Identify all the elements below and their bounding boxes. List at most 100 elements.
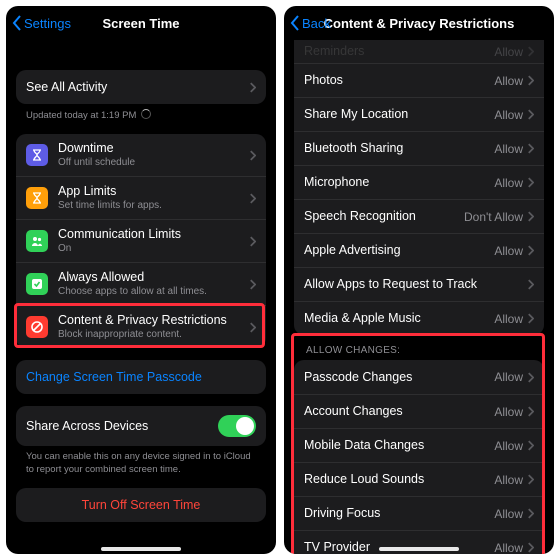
navbar: Settings Screen Time <box>6 6 276 40</box>
chevron-right-icon <box>527 75 534 86</box>
chevron-left-icon <box>12 15 22 31</box>
chevron-right-icon <box>527 372 534 383</box>
see-all-activity-row[interactable]: See All Activity <box>16 70 266 104</box>
privacy-row[interactable]: Apple AdvertisingAllow <box>294 233 544 267</box>
row-value: Allow <box>494 312 523 326</box>
settings-row-app-limits[interactable]: App LimitsSet time limits for apps. <box>16 176 266 219</box>
privacy-group: Reminders Allow PhotosAllowShare My Loca… <box>294 40 544 335</box>
spinner-icon <box>141 109 151 119</box>
settings-row-content-privacy-restrictions[interactable]: Content & Privacy RestrictionsBlock inap… <box>16 305 266 348</box>
row-value: Allow <box>494 108 523 122</box>
chevron-right-icon <box>249 82 256 93</box>
restrictions-phone: Back Content & Privacy Restrictions Remi… <box>284 6 554 554</box>
privacy-row[interactable]: Allow Apps to Request to Track <box>294 267 544 301</box>
changes-row[interactable]: Mobile Data ChangesAllow <box>294 428 544 462</box>
changes-row[interactable]: Reduce Loud SoundsAllow <box>294 462 544 496</box>
row-title: Communication Limits <box>58 227 249 242</box>
row-title: Share My Location <box>304 107 494 122</box>
row-title: Photos <box>304 73 494 88</box>
row-subtitle: Off until schedule <box>58 157 249 169</box>
chevron-right-icon <box>249 193 256 204</box>
chevron-right-icon <box>527 313 534 324</box>
chevron-right-icon <box>527 143 534 154</box>
turn-off-row[interactable]: Turn Off Screen Time <box>16 488 266 522</box>
changes-row[interactable]: Account ChangesAllow <box>294 394 544 428</box>
chevron-right-icon <box>527 406 534 417</box>
nosign-icon <box>26 316 48 338</box>
page-title: Screen Time <box>102 16 179 31</box>
turn-off-label: Turn Off Screen Time <box>82 498 201 512</box>
see-all-label: See All Activity <box>26 80 249 95</box>
back-button[interactable]: Back <box>290 6 331 40</box>
privacy-row[interactable]: MicrophoneAllow <box>294 165 544 199</box>
row-value: Allow <box>494 244 523 258</box>
chevron-right-icon <box>249 236 256 247</box>
row-title: Mobile Data Changes <box>304 438 494 453</box>
row-title: Driving Focus <box>304 506 494 521</box>
hourglass-icon <box>26 187 48 209</box>
row-title: Speech Recognition <box>304 209 464 224</box>
screen-time-phone: Settings Screen Time See All Activity Up… <box>6 6 276 554</box>
changes-row[interactable]: Passcode ChangesAllow <box>294 360 544 394</box>
chevron-right-icon <box>249 150 256 161</box>
list-row[interactable]: Reminders Allow <box>294 40 544 63</box>
settings-row-downtime[interactable]: DowntimeOff until schedule <box>16 134 266 176</box>
share-group: Share Across Devices <box>16 406 266 446</box>
row-title: Content & Privacy Restrictions <box>58 313 249 328</box>
row-subtitle: Block inappropriate content. <box>58 329 249 341</box>
row-title: Downtime <box>58 141 249 156</box>
privacy-row[interactable]: Media & Apple MusicAllow <box>294 301 544 335</box>
row-title: Bluetooth Sharing <box>304 141 494 156</box>
row-title: Allow Apps to Request to Track <box>304 277 527 292</box>
back-label: Back <box>302 16 331 31</box>
passcode-group: Change Screen Time Passcode <box>16 360 266 394</box>
chevron-right-icon <box>527 279 534 290</box>
chevron-right-icon <box>527 508 534 519</box>
share-toggle[interactable] <box>218 415 256 437</box>
chevron-right-icon <box>527 211 534 222</box>
chevron-left-icon <box>290 15 300 31</box>
navbar: Back Content & Privacy Restrictions <box>284 6 554 40</box>
chevron-right-icon <box>527 542 534 553</box>
chevron-right-icon <box>527 177 534 188</box>
row-value: Allow <box>494 370 523 384</box>
row-value: Allow <box>494 176 523 190</box>
share-label: Share Across Devices <box>26 419 218 434</box>
privacy-row[interactable]: Bluetooth SharingAllow <box>294 131 544 165</box>
row-value: Allow <box>494 541 523 555</box>
row-value: Allow <box>494 142 523 156</box>
chevron-right-icon <box>527 245 534 256</box>
row-subtitle: Choose apps to allow at all times. <box>58 286 249 298</box>
changes-row[interactable]: Driving FocusAllow <box>294 496 544 530</box>
privacy-row[interactable]: Share My LocationAllow <box>294 97 544 131</box>
change-passcode-row[interactable]: Change Screen Time Passcode <box>16 360 266 394</box>
row-title: Always Allowed <box>58 270 249 285</box>
row-value: Allow <box>494 439 523 453</box>
page-title: Content & Privacy Restrictions <box>324 16 515 31</box>
back-label: Settings <box>24 16 71 31</box>
row-value: Don't Allow <box>464 210 523 224</box>
back-button[interactable]: Settings <box>12 6 71 40</box>
updated-footer: Updated today at 1:19 PM <box>16 104 266 122</box>
row-value: Allow <box>494 473 523 487</box>
home-indicator <box>101 547 181 551</box>
row-title: Microphone <box>304 175 494 190</box>
row-title: Apple Advertising <box>304 243 494 258</box>
content: See All Activity Updated today at 1:19 P… <box>6 40 276 554</box>
settings-row-always-allowed[interactable]: Always AllowedChoose apps to allow at al… <box>16 262 266 305</box>
share-across-devices-row[interactable]: Share Across Devices <box>16 406 266 446</box>
hourglass-icon <box>26 144 48 166</box>
settings-row-communication-limits[interactable]: Communication LimitsOn <box>16 219 266 262</box>
turnoff-group: Turn Off Screen Time <box>16 488 266 522</box>
changes-group: Passcode ChangesAllowAccount ChangesAllo… <box>294 360 544 554</box>
chevron-right-icon <box>527 46 534 57</box>
privacy-row[interactable]: PhotosAllow <box>294 63 544 97</box>
content: Reminders Allow PhotosAllowShare My Loca… <box>284 40 554 554</box>
share-footer: You can enable this on any device signed… <box>16 446 266 476</box>
privacy-row[interactable]: Speech RecognitionDon't Allow <box>294 199 544 233</box>
limits-group: DowntimeOff until scheduleApp LimitsSet … <box>16 134 266 348</box>
row-title: Passcode Changes <box>304 370 494 385</box>
row-value: Allow <box>494 74 523 88</box>
row-title: App Limits <box>58 184 249 199</box>
row-subtitle: Set time limits for apps. <box>58 200 249 212</box>
